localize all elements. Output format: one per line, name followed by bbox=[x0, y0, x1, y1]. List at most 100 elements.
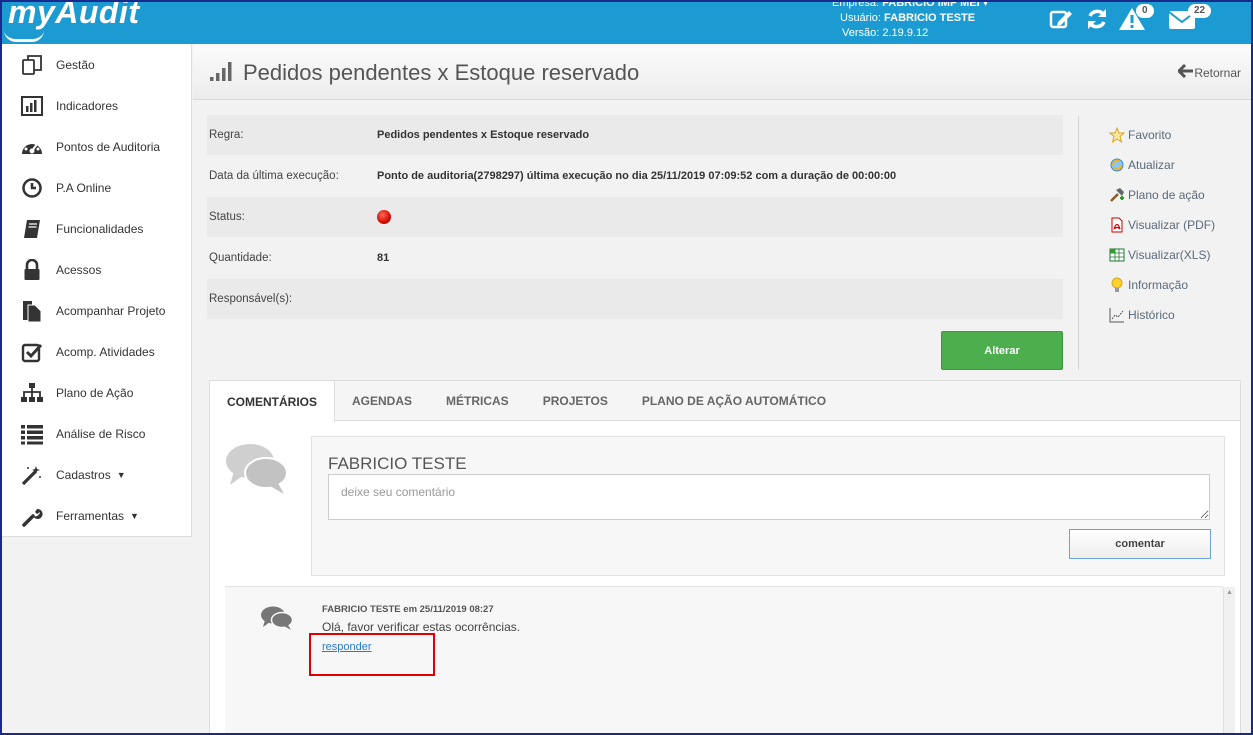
new-comment-form: FABRICIO TESTE comentar bbox=[311, 436, 1225, 576]
action-atualizar[interactable]: Atualizar bbox=[1108, 150, 1215, 180]
wrench-icon bbox=[20, 504, 44, 528]
list-icon bbox=[20, 422, 44, 446]
sidebar-item-plano-acao[interactable]: Plano de Ação bbox=[2, 372, 191, 413]
sidebar-item-ferramentas[interactable]: Ferramentas ▼ bbox=[2, 495, 191, 536]
tab-plano-acao-automatico[interactable]: PLANO DE AÇÃO AUTOMÁTICO bbox=[625, 381, 843, 421]
empresa-caret-icon[interactable]: ▾ bbox=[983, 2, 989, 9]
book-icon bbox=[20, 217, 44, 241]
action-label: Informação bbox=[1128, 278, 1189, 292]
app-window: myAudit Empresa: FABRICIO IMP MEI ▾ Usuá… bbox=[0, 0, 1253, 735]
caret-down-icon: ▼ bbox=[130, 510, 139, 521]
comment-input[interactable] bbox=[328, 474, 1210, 520]
edit-icon[interactable] bbox=[1048, 6, 1076, 34]
comment-text: Olá, favor verificar estas ocorrências. bbox=[322, 620, 521, 634]
tab-bar: COMENTÁRIOS AGENDAS MÉTRICAS PROJETOS PL… bbox=[210, 381, 1240, 422]
sidebar-item-label: Gestão bbox=[56, 57, 95, 72]
tab-agendas[interactable]: AGENDAS bbox=[335, 381, 429, 421]
sidebar-item-funcionalidades[interactable]: Funcionalidades bbox=[2, 208, 191, 249]
tab-projetos[interactable]: PROJETOS bbox=[526, 381, 625, 421]
sidebar-item-label: Ferramentas bbox=[56, 508, 125, 523]
signal-icon bbox=[209, 61, 235, 86]
action-label: Visualizar (PDF) bbox=[1128, 218, 1216, 232]
versao-value: 2.19.9.12 bbox=[882, 27, 929, 39]
sidebar-item-pontos-auditoria[interactable]: Pontos de Auditoria bbox=[2, 126, 191, 167]
sidebar-item-indicadores[interactable]: Indicadores bbox=[2, 85, 191, 126]
empresa-label: Empresa: bbox=[832, 0, 880, 9]
versao-label: Versão: bbox=[842, 27, 880, 39]
action-informacao[interactable]: Informação bbox=[1108, 270, 1215, 300]
sidebar-item-acessos[interactable]: Acessos bbox=[2, 249, 191, 290]
submit-comment-button[interactable]: comentar bbox=[1069, 529, 1211, 559]
sidebar-item-label: Funcionalidades bbox=[56, 221, 144, 236]
back-button[interactable]: Retornar bbox=[1177, 63, 1241, 81]
sidebar-item-label: Plano de Ação bbox=[56, 385, 134, 400]
xls-icon bbox=[1108, 247, 1126, 263]
tabs-panel: COMENTÁRIOS AGENDAS MÉTRICAS PROJETOS PL… bbox=[209, 380, 1241, 733]
sidebar-item-pa-online[interactable]: P.A Online bbox=[2, 167, 191, 208]
page-title: Pedidos pendentes x Estoque reservado bbox=[243, 60, 640, 85]
tab-metricas[interactable]: MÉTRICAS bbox=[429, 381, 526, 421]
sidebar-item-label: Acomp. Atividades bbox=[56, 344, 155, 359]
alterar-button[interactable]: Alterar bbox=[941, 331, 1063, 370]
comment-icon bbox=[260, 605, 294, 634]
sidebar-item-label: Cadastros bbox=[56, 467, 111, 482]
dashboard-icon bbox=[20, 135, 44, 159]
comments-scrollbar[interactable]: ▲ bbox=[1223, 587, 1235, 733]
sidebar-item-acomp-atividades[interactable]: Acomp. Atividades bbox=[2, 331, 191, 372]
sidebar-item-acompanhar-projeto[interactable]: Acompanhar Projeto bbox=[2, 290, 191, 331]
responsavel-label: Responsável(s): bbox=[209, 293, 293, 305]
sidebar-item-label: Indicadores bbox=[56, 98, 119, 113]
detail-row-regra: Regra: Pedidos pendentes x Estoque reser… bbox=[207, 115, 1063, 155]
app-logo[interactable]: myAudit bbox=[8, 0, 140, 31]
reply-link[interactable]: responder bbox=[322, 641, 372, 653]
logo-text: myAudit bbox=[8, 0, 140, 30]
action-label: Histórico bbox=[1128, 308, 1175, 322]
star-icon bbox=[1108, 127, 1126, 143]
action-plano-acao[interactable]: Plano de ação bbox=[1108, 180, 1215, 210]
detail-row-quantidade: Quantidade: 81 bbox=[207, 238, 1063, 278]
sidebar-item-label: Acessos bbox=[56, 262, 102, 277]
action-favorito[interactable]: Favorito bbox=[1108, 120, 1215, 150]
user-info: Empresa: FABRICIO IMP MEI ▾ Usuário: FAB… bbox=[830, 0, 1030, 41]
action-visualizar-xls[interactable]: Visualizar(XLS) bbox=[1108, 240, 1215, 270]
gestao-icon bbox=[20, 53, 44, 77]
detail-row-execucao: Data da última execução: Ponto de audito… bbox=[207, 156, 1063, 196]
action-label: Atualizar bbox=[1128, 158, 1175, 172]
sidebar-item-label: P.A Online bbox=[56, 180, 112, 195]
quantidade-value: 81 bbox=[377, 252, 390, 264]
refresh-icon bbox=[1108, 157, 1126, 173]
tab-comentarios[interactable]: COMENTÁRIOS bbox=[210, 381, 335, 422]
lock-icon bbox=[20, 258, 44, 282]
usuario-label: Usuário: bbox=[840, 12, 881, 24]
sidebar-item-analise-risco[interactable]: Análise de Risco bbox=[2, 413, 191, 454]
checkbox-icon bbox=[20, 340, 44, 364]
file-icon bbox=[20, 299, 44, 323]
sidebar-item-gestao[interactable]: Gestão bbox=[2, 44, 191, 85]
comment-header: FABRICIO TESTE em 25/11/2019 08:27 bbox=[322, 604, 494, 615]
caret-down-icon: ▼ bbox=[116, 469, 126, 480]
status-indicator bbox=[377, 210, 391, 224]
history-chart-icon bbox=[1108, 307, 1126, 323]
action-visualizar-pdf[interactable]: Visualizar (PDF) bbox=[1108, 210, 1215, 240]
pdf-icon bbox=[1108, 217, 1126, 233]
action-label: Visualizar(XLS) bbox=[1128, 248, 1211, 262]
messages-badge: 22 bbox=[1188, 4, 1212, 18]
alerts-badge: 0 bbox=[1136, 4, 1154, 18]
sidebar-item-label: Análise de Risco bbox=[56, 426, 146, 441]
empresa-value[interactable]: FABRICIO IMP MEI bbox=[882, 2, 980, 9]
action-historico[interactable]: Histórico bbox=[1108, 300, 1215, 330]
lightbulb-icon bbox=[1108, 277, 1126, 293]
quantidade-label: Quantidade: bbox=[209, 252, 272, 264]
bar-chart-icon bbox=[20, 94, 44, 118]
magic-icon bbox=[20, 463, 44, 487]
sync-icon[interactable] bbox=[1084, 6, 1112, 34]
sidebar-footer-area bbox=[2, 538, 192, 733]
regra-label: Regra: bbox=[209, 129, 244, 141]
usuario-value: FABRICIO TESTE bbox=[884, 12, 976, 24]
sidebar-item-label: Acompanhar Projeto bbox=[56, 303, 166, 318]
sitemap-icon bbox=[20, 381, 44, 405]
actions-panel: Favorito Atualizar Plano de ação Visuali… bbox=[1108, 120, 1215, 330]
scroll-up-arrow-icon[interactable]: ▲ bbox=[1226, 589, 1233, 596]
sidebar-item-cadastros[interactable]: Cadastros ▼ bbox=[2, 454, 191, 495]
comments-list: FABRICIO TESTE em 25/11/2019 08:27 Olá, … bbox=[225, 586, 1235, 733]
